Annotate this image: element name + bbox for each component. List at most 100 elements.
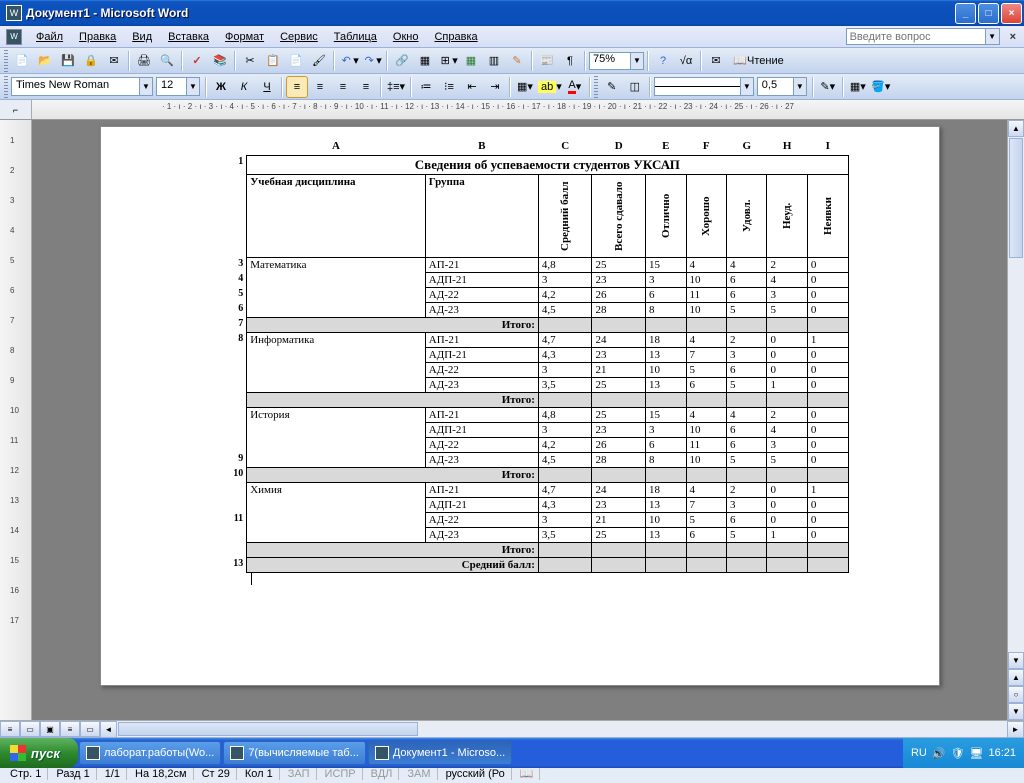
close-button[interactable]: × <box>1001 3 1022 24</box>
print-button[interactable]: 🖨 <box>133 50 155 72</box>
align-left-button[interactable]: ≡ <box>286 76 308 98</box>
menu-window[interactable]: Окно <box>385 29 427 45</box>
align-center-button[interactable]: ≡ <box>309 76 331 98</box>
cut-button[interactable]: ✂ <box>239 50 261 72</box>
font-color-button[interactable]: A▾ <box>564 76 586 98</box>
tables-borders-button[interactable]: ▦ <box>414 50 436 72</box>
line-style-combo[interactable]: ▼ <box>654 77 754 96</box>
permission-button[interactable]: 🔒 <box>80 50 102 72</box>
draw-table-button[interactable]: ✎ <box>601 76 623 98</box>
status-spell-icon[interactable]: 📖 <box>514 767 541 780</box>
word-doc-icon[interactable]: W <box>6 29 22 45</box>
bold-button[interactable]: Ж <box>210 76 232 98</box>
hyperlink-button[interactable]: 🔗 <box>391 50 413 72</box>
show-marks-button[interactable]: ¶ <box>559 50 581 72</box>
ruler-vertical[interactable]: 1234567891011121314151617 <box>0 120 32 720</box>
lang-indicator[interactable]: RU <box>911 747 927 759</box>
document-table[interactable]: ABCDEFGHI1Сведения об успеваемости студе… <box>221 139 849 573</box>
page[interactable]: ABCDEFGHI1Сведения об успеваемости студе… <box>100 126 940 686</box>
font-combo[interactable]: Times New Roman▼ <box>11 77 153 96</box>
ruler-horizontal[interactable]: ⌐ · 1 · ı · 2 · ı · 3 · ı · 4 · ı · 5 · … <box>0 100 1024 120</box>
borders-button[interactable]: ▦▾ <box>514 76 536 98</box>
scroll-right-button[interactable]: ► <box>1007 721 1024 738</box>
undo-button[interactable]: ↶▾ <box>338 50 360 72</box>
web-view-button[interactable]: ▭ <box>20 721 40 737</box>
underline-button[interactable]: Ч <box>256 76 278 98</box>
copy-button[interactable]: 📋 <box>262 50 284 72</box>
help-button[interactable]: ? <box>652 50 674 72</box>
status-ext[interactable]: ВДЛ <box>365 768 400 780</box>
align-right-button[interactable]: ≡ <box>332 76 354 98</box>
zoom-combo[interactable]: 75%▼ <box>589 52 644 70</box>
menu-insert[interactable]: Вставка <box>160 29 217 45</box>
next-page-button[interactable]: ▼ <box>1008 703 1024 720</box>
help-dropdown[interactable]: ▼ <box>986 28 1000 45</box>
excel-button[interactable]: ▦ <box>460 50 482 72</box>
bullet-list-button[interactable]: ⁝≡ <box>438 76 460 98</box>
tray-icon[interactable]: 🔊 <box>932 747 946 760</box>
prev-page-button[interactable]: ▲ <box>1008 669 1024 686</box>
outdent-button[interactable]: ⇤ <box>461 76 483 98</box>
menu-format[interactable]: Формат <box>217 29 272 45</box>
save-button[interactable]: 💾 <box>57 50 79 72</box>
start-button[interactable]: пуск <box>0 738 78 768</box>
mail-button[interactable]: ✉ <box>103 50 125 72</box>
tray-icon[interactable]: 🛡 <box>951 747 965 760</box>
help-search-input[interactable] <box>846 28 986 45</box>
scroll-thumb[interactable] <box>1009 138 1023 258</box>
drawing-button[interactable]: ✎ <box>506 50 528 72</box>
menu-view[interactable]: Вид <box>124 29 160 45</box>
envelope-button[interactable]: ✉ <box>705 50 727 72</box>
highlight-button[interactable]: ab▾ <box>537 76 563 98</box>
minimize-button[interactable]: _ <box>955 3 976 24</box>
menu-file[interactable]: Файл <box>28 29 71 45</box>
new-doc-button[interactable]: 📄 <box>11 50 33 72</box>
shading-button[interactable]: 🪣▾ <box>870 76 892 98</box>
align-justify-button[interactable]: ≡ <box>355 76 377 98</box>
print-view-button[interactable]: ▣ <box>40 721 60 737</box>
scroll-down-button[interactable]: ▼ <box>1008 652 1024 669</box>
reading-button[interactable]: 📖 Чтение <box>728 50 789 72</box>
system-tray[interactable]: RU 🔊 🛡 🖥 16:21 <box>903 738 1024 768</box>
italic-button[interactable]: К <box>233 76 255 98</box>
insert-table-button[interactable]: ⊞▾ <box>437 50 459 72</box>
clock[interactable]: 16:21 <box>988 747 1016 759</box>
browse-object-button[interactable]: ○ <box>1008 686 1024 703</box>
tray-icon[interactable]: 🖥 <box>970 747 984 760</box>
menu-table[interactable]: Таблица <box>326 29 385 45</box>
indent-button[interactable]: ⇥ <box>484 76 506 98</box>
doc-map-button[interactable]: 📰 <box>536 50 558 72</box>
paste-button[interactable]: 📄 <box>285 50 307 72</box>
reading-view-button[interactable]: ▭ <box>80 721 100 737</box>
menu-help[interactable]: Справка <box>426 29 485 45</box>
eraser-button[interactable]: ◫ <box>624 76 646 98</box>
taskbar-item[interactable]: 7(вычисляемые таб... <box>223 741 366 765</box>
line-spacing-button[interactable]: ‡≡▾ <box>385 76 407 98</box>
vertical-scrollbar[interactable]: ▲ ▼ ▲ ○ ▼ <box>1007 120 1024 720</box>
status-lang[interactable]: русский (Ро <box>440 768 512 780</box>
columns-button[interactable]: ▥ <box>483 50 505 72</box>
spelling-button[interactable]: ✓ <box>186 50 208 72</box>
menu-edit[interactable]: Правка <box>71 29 124 45</box>
border-color-button[interactable]: ✎▾ <box>817 76 839 98</box>
ruler-corner[interactable]: ⌐ <box>0 100 32 119</box>
numbered-list-button[interactable]: ≔ <box>415 76 437 98</box>
format-painter-button[interactable]: 🖌 <box>308 50 330 72</box>
status-ovr[interactable]: ЗАМ <box>401 768 437 780</box>
menu-service[interactable]: Сервис <box>272 29 326 45</box>
normal-view-button[interactable]: ≡ <box>0 721 20 737</box>
toolbar-grip[interactable] <box>594 76 598 98</box>
status-rec[interactable]: ЗАП <box>282 768 317 780</box>
preview-button[interactable]: 🔍 <box>156 50 178 72</box>
line-weight-combo[interactable]: 0,5▼ <box>757 77 807 96</box>
open-button[interactable]: 📂 <box>34 50 56 72</box>
taskbar-item[interactable]: лаборат.работы(Wo... <box>79 741 221 765</box>
size-combo[interactable]: 12▼ <box>156 77 200 96</box>
scroll-up-button[interactable]: ▲ <box>1008 120 1024 137</box>
research-button[interactable]: 📚 <box>209 50 231 72</box>
outline-view-button[interactable]: ≡ <box>60 721 80 737</box>
document-viewport[interactable]: ABCDEFGHI1Сведения об успеваемости студе… <box>32 120 1007 720</box>
maximize-button[interactable]: □ <box>978 3 999 24</box>
horizontal-scrollbar[interactable]: ◄ ► <box>100 721 1024 737</box>
redo-button[interactable]: ↷▾ <box>361 50 383 72</box>
